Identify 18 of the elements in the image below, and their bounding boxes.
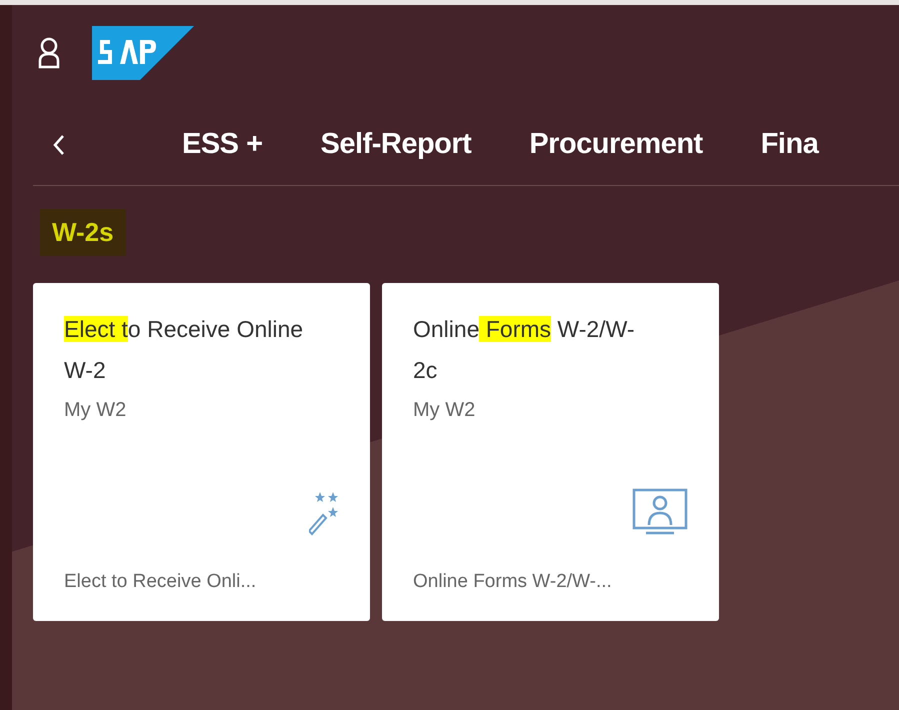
- tile-title: Elect to Receive Online W-2: [64, 315, 304, 385]
- app-tile[interactable]: Elect to Receive Online W-2 My W2 Elect to Receive Onli...: [33, 283, 370, 621]
- nav-tab[interactable]: Fina: [760, 123, 818, 167]
- tile-subtitle: My W2: [64, 398, 128, 423]
- nav-tab[interactable]: ESS +: [182, 123, 263, 167]
- tile-footer: Online Forms W-2/W-...: [413, 568, 688, 596]
- magic-wand-icon: [309, 490, 339, 536]
- chevron-left-icon: [52, 134, 66, 156]
- monitor-person-icon: [632, 488, 688, 536]
- tile-subtitle: My W2: [413, 398, 476, 423]
- tile-title: Online Forms W-2/W-2c: [413, 315, 636, 385]
- nav-tab[interactable]: Self-Report: [320, 123, 472, 167]
- group-title: W-2s: [40, 208, 126, 256]
- app-tile[interactable]: Online Forms W-2/W-2c My W2 Online Forms W-2/W-...: [382, 283, 719, 621]
- user-icon[interactable]: [38, 36, 60, 68]
- logo-icon: [92, 26, 194, 80]
- nav-tab[interactable]: Procurement: [529, 123, 703, 167]
- tile-footer: Elect to Receive Onli...: [64, 568, 339, 596]
